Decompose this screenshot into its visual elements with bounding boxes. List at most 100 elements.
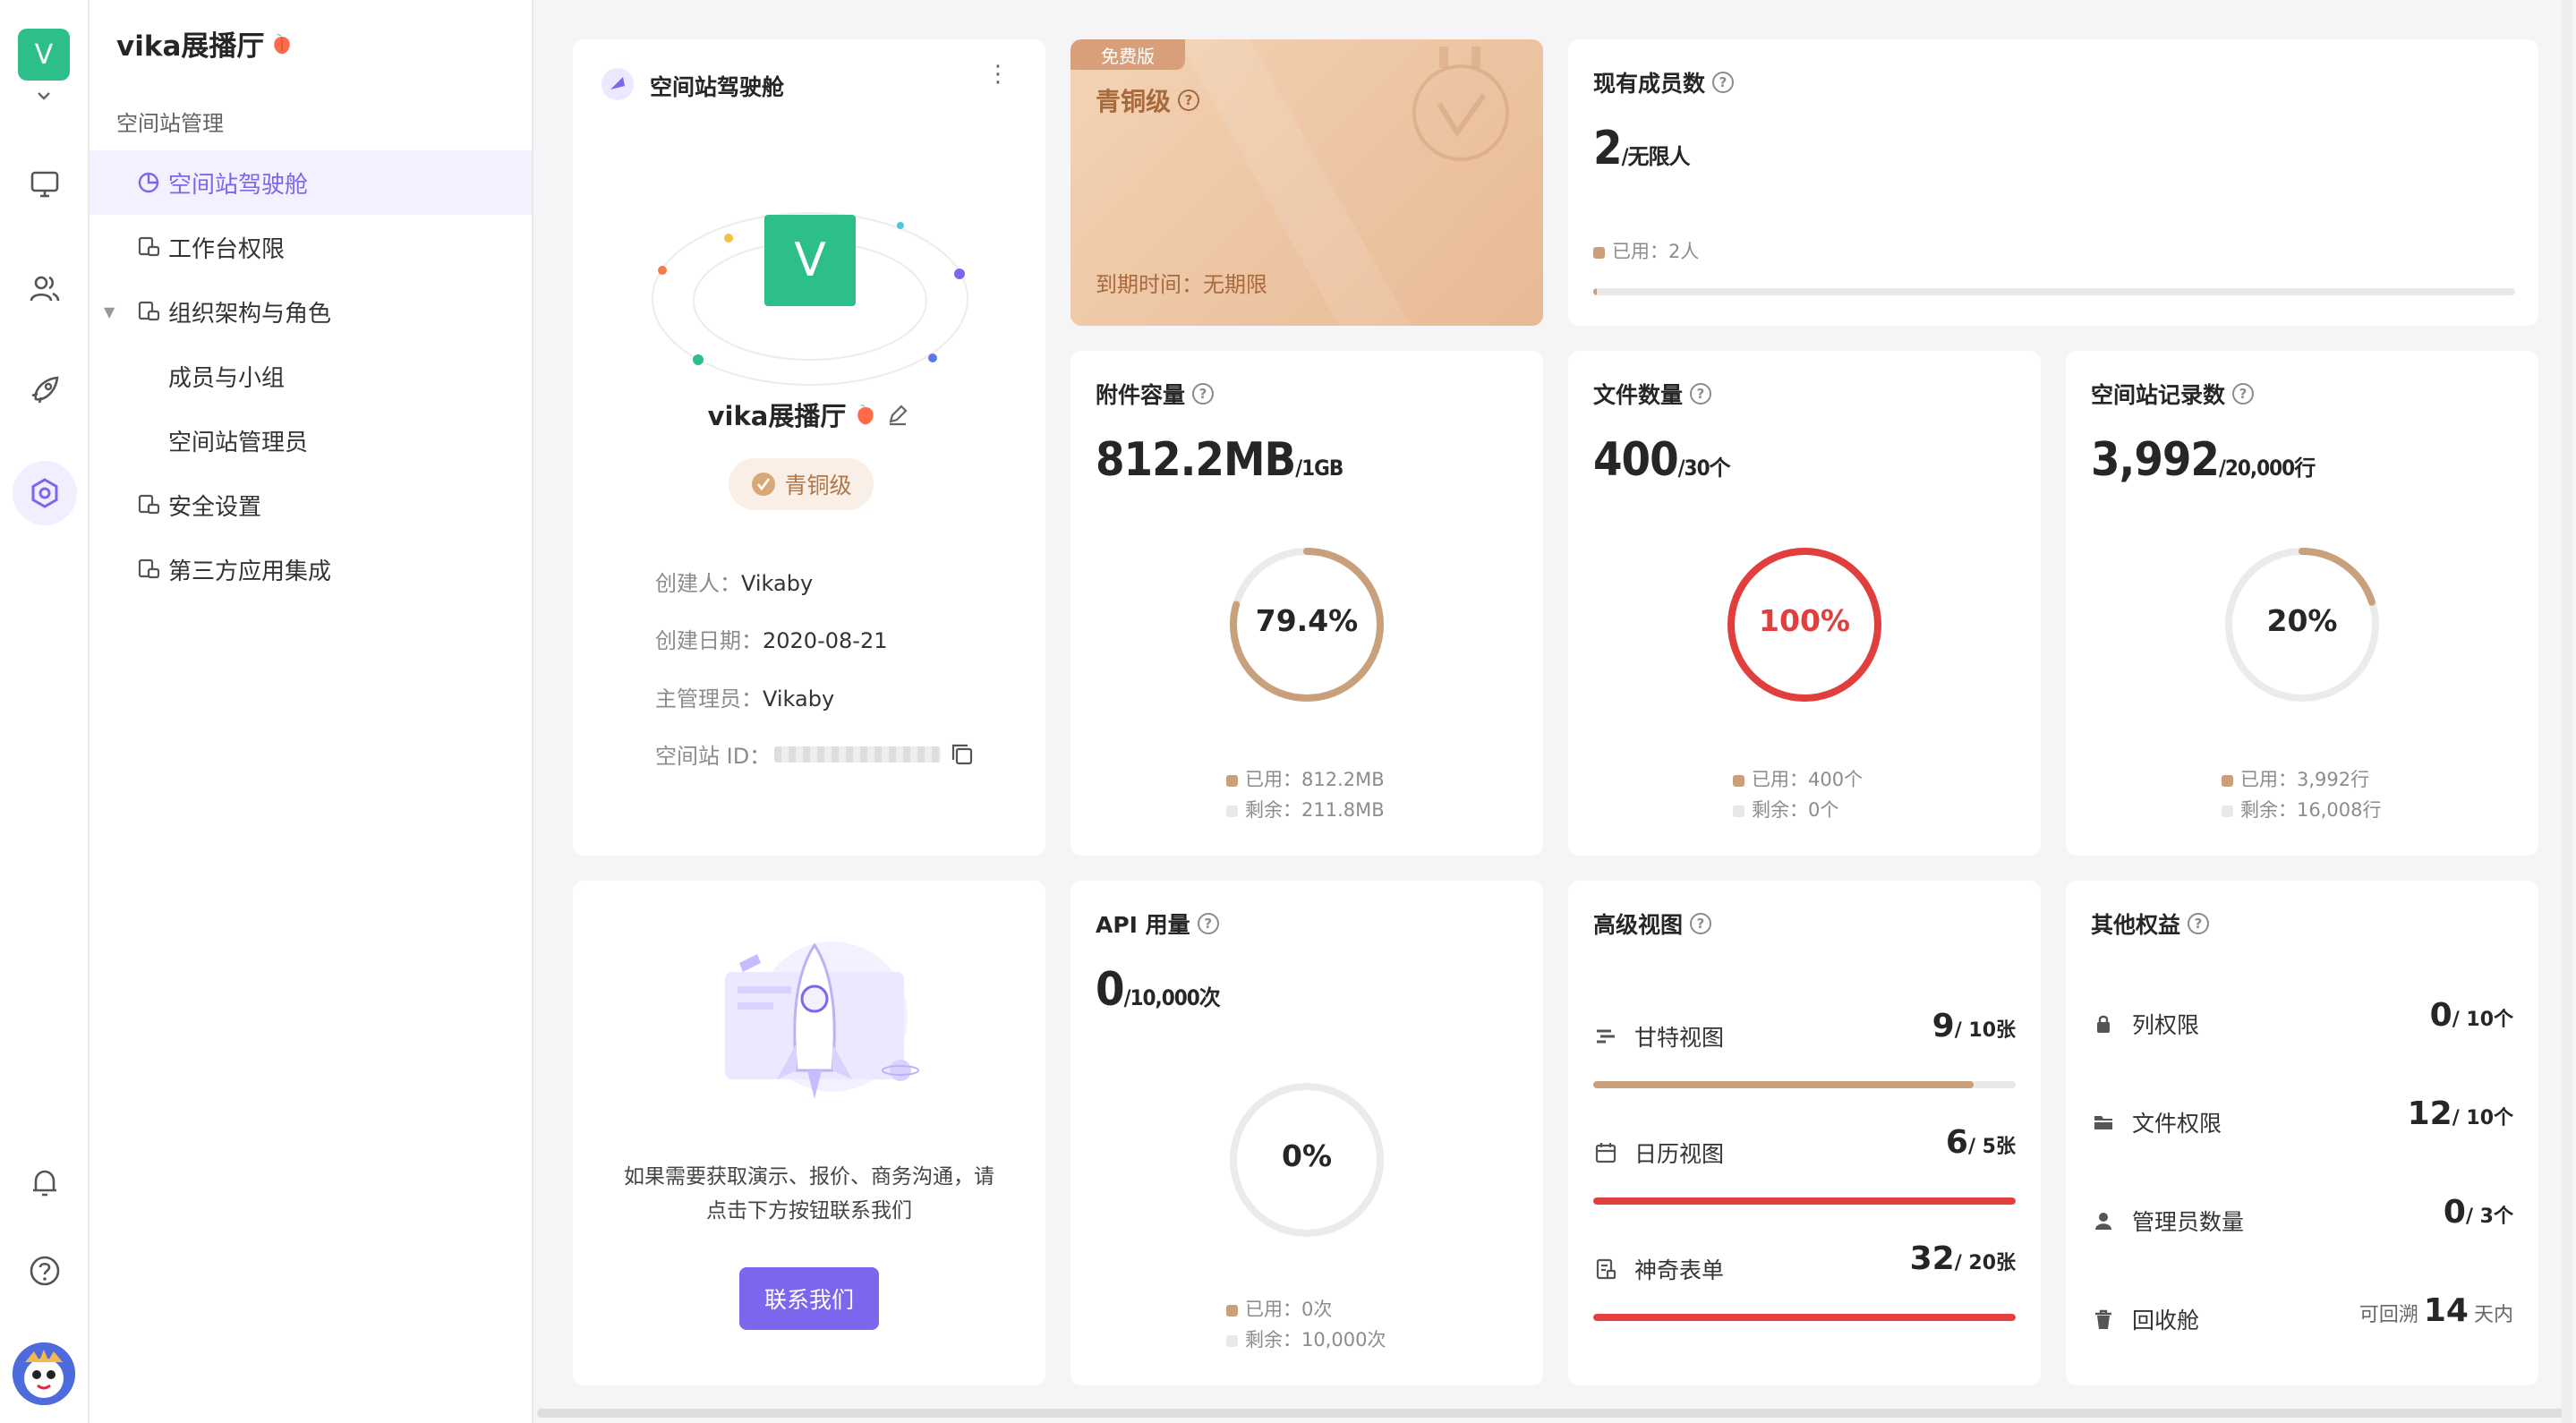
sidebar-item-org-roles[interactable]: ▼ 组织架构与角色 [90,279,532,344]
members-value: 2/无限人 [1593,122,1690,175]
caret-down-icon[interactable]: ▼ [104,303,115,320]
plan-tag: 免费版 [1070,39,1185,70]
trash-icon [2095,1309,2111,1329]
main-content: 空间站驾驶舱 ⋮ V vika展播厅 青铜级 创建人：Vikaby 创建日期：2… [533,0,2576,1423]
view-value-gantt: 9/ 10张 [1932,1008,2016,1044]
advanced-views-card: 高级视图? 甘特视图 9/ 10张 日历视图 6/ 5张 神奇表单 32/ 20… [1568,881,2041,1385]
horizontal-scrollbar[interactable] [537,1409,2569,1418]
view-bar-calendar [1593,1197,2016,1205]
help-icon[interactable]: ? [1690,913,1712,934]
records-value: 3,992/20,000行 [2091,433,2316,487]
settings-sidebar: vika展播厅 空间站管理 空间站驾驶舱 工作台权限 ▼ 组织架构与角色 成员与… [90,0,533,1423]
members-label: 现有成员数? [1593,66,1735,98]
more-menu-icon[interactable]: ⋮ [986,63,1010,86]
view-bar-gantt [1593,1081,2016,1088]
edit-pencil-icon[interactable] [885,402,910,427]
records-card: 空间站记录数? 3,992/20,000行 20% 已用：3,992行 剩余：1… [2066,351,2538,856]
sidebar-item-members-groups[interactable]: 成员与小组 [90,344,532,408]
left-rail: V [0,0,90,1423]
sidebar-item-security[interactable]: 安全设置 [90,473,532,537]
members-card: 现有成员数? 2/无限人 已用：2人 [1568,39,2538,326]
files-legend: 已用：400个 剩余：0个 [1733,764,1863,825]
attachment-value: 812.2MB/1GB [1096,433,1343,487]
sidebar-item-space-admins[interactable]: 空间站管理员 [90,408,532,473]
view-row-calendar: 日历视图 [1593,1137,1724,1169]
cockpit-title: 空间站驾驶舱 [650,74,785,100]
api-legend: 已用：0次 剩余：10,000次 [1226,1294,1386,1355]
members-bar-fill [1593,288,1597,295]
workbench-lock-icon [138,236,160,257]
api-label: API 用量? [1096,907,1219,940]
api-percent: 0% [1281,1138,1333,1173]
other-benefits-card: 其他权益? 列权限 0/ 10个 文件权限 12/ 10个 管理员数量 0/ 3… [2066,881,2538,1385]
view-row-form: 神奇表单 [1593,1253,1724,1285]
benefit-value-file-permission: 12/ 10个 [2407,1095,2513,1132]
help-circle-icon[interactable] [23,1249,66,1292]
monitor-icon[interactable] [23,163,66,206]
creator-line: 创建人：Vikaby [655,571,814,596]
bronze-medal-icon [752,473,776,496]
sidebar-item-workbench-permission[interactable]: 工作台权限 [90,215,532,279]
files-percent: 100% [1759,603,1850,638]
benefit-row-trash: 回收舱 [2091,1303,2199,1335]
view-value-calendar: 6/ 5张 [1945,1124,2016,1161]
chevron-down-icon[interactable] [34,86,54,106]
benefit-row-file-permission: 文件权限 [2091,1106,2222,1138]
contacts-icon[interactable] [23,267,66,310]
help-icon[interactable]: ? [2232,383,2255,405]
integration-lock-icon [138,558,160,579]
view-bar-form-fill [1593,1314,2016,1321]
space-name: vika展播厅 [116,23,294,64]
help-icon[interactable]: ? [1192,383,1215,405]
help-icon[interactable]: ? [1712,72,1735,93]
user-avatar[interactable] [13,1342,75,1405]
records-legend: 已用：3,992行 剩余：16,008行 [2222,764,2381,825]
view-bar-form [1593,1314,2016,1321]
vertical-scrollbar[interactable] [2562,0,2572,1423]
benefit-value-admin-count: 0/ 3个 [2443,1194,2513,1231]
folder-icon [2094,1116,2112,1129]
benefits-label: 其他权益? [2091,907,2210,940]
space-id-line: 空间站 ID： [655,738,975,770]
sidebar-section-title: 空间站管理 [116,111,224,136]
rocket-icon[interactable] [23,369,66,412]
help-icon[interactable]: ? [2188,913,2210,934]
members-used: 已用：2人 [1593,236,1699,267]
rocket-illustration [725,942,919,1099]
attachment-label: 附件容量? [1096,378,1215,410]
plan-grade: 青铜级 ? [1096,82,1200,118]
contact-us-button[interactable]: 联系我们 [739,1267,879,1330]
cockpit-icon [601,68,634,100]
plan-expire: 到期时间：无期限 [1096,272,1267,297]
views-label: 高级视图? [1593,907,1712,940]
attachment-percent: 79.4% [1255,603,1359,638]
help-icon[interactable]: ? [1197,913,1219,934]
benefit-row-admin-count: 管理员数量 [2091,1205,2244,1237]
sidebar-item-cockpit[interactable]: 空间站驾驶舱 [90,150,532,215]
bell-icon[interactable] [23,1162,66,1205]
benefit-value-trash: 可回溯 14 天内 [2358,1292,2513,1329]
help-icon[interactable]: ? [1690,383,1712,405]
files-value: 400/30个 [1593,433,1731,487]
cockpit-card: 空间站驾驶舱 ⋮ V vika展播厅 青铜级 创建人：Vikaby 创建日期：2… [573,39,1045,856]
help-icon[interactable]: ? [1178,89,1200,111]
copy-icon[interactable] [950,742,975,767]
benefit-row-column-permission: 列权限 [2091,1008,2199,1040]
space-avatar[interactable]: V [18,29,70,81]
org-lock-icon [138,301,160,321]
members-bar [1593,288,2515,295]
sidebar-item-third-party[interactable]: 第三方应用集成 [90,537,532,601]
lock-icon [2097,1015,2110,1033]
space-logo[interactable]: V [764,215,856,306]
created-date-line: 创建日期：2020-08-21 [655,628,888,653]
settings-hex-icon[interactable] [13,461,77,525]
records-percent: 20% [2266,603,2338,638]
space-name-row: vika展播厅 [573,396,1045,433]
plan-card[interactable]: 免费版 青铜级 ? 到期时间：无期限 [1070,39,1543,326]
files-label: 文件数量? [1593,378,1712,410]
security-lock-icon [138,494,160,515]
space-id-masked [774,746,942,763]
contact-card: 如果需要获取演示、报价、商务沟通，请 点击下方按钮联系我们 联系我们 [573,881,1045,1385]
view-bar-gantt-fill [1593,1081,1974,1088]
attachment-legend: 已用：812.2MB 剩余：211.8MB [1226,764,1385,825]
